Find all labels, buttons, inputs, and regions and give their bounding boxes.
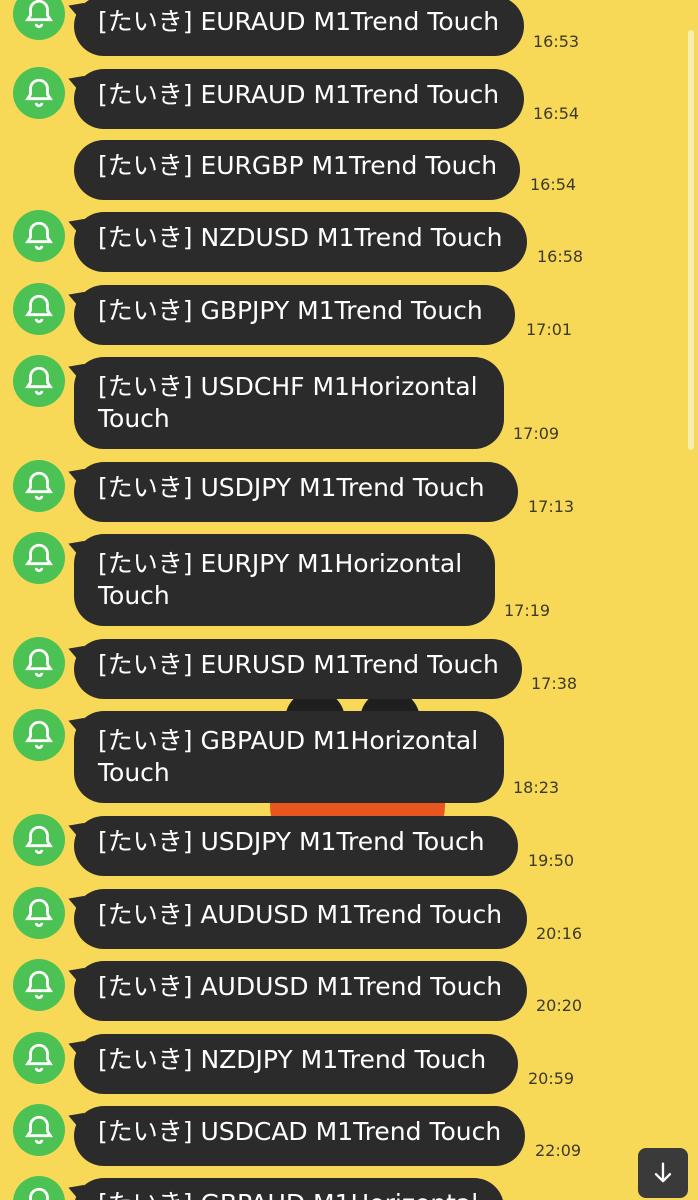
scroll-to-bottom-button[interactable] (638, 1148, 688, 1198)
bell-icon[interactable] (13, 959, 65, 1011)
bell-icon[interactable] (13, 1104, 65, 1156)
message-bubble[interactable]: [たいき] GBPJPY M1Trend Touch (74, 285, 515, 345)
bell-icon[interactable] (13, 0, 65, 40)
message-time: 17:38 (531, 674, 578, 693)
bell-icon[interactable] (13, 709, 65, 761)
bell-icon[interactable] (13, 67, 65, 119)
message-bubble[interactable]: [たいき] EURUSD M1Trend Touch (74, 639, 522, 699)
message-bubble[interactable]: [たいき] EURJPY M1Horizontal Touch (74, 534, 495, 626)
bell-icon[interactable] (13, 460, 65, 512)
arrow-down-icon (654, 1162, 672, 1183)
message-bubble[interactable]: [たいき] NZDJPY M1Trend Touch (74, 1034, 518, 1094)
message-time: 20:16 (536, 924, 583, 943)
message-time: 17:13 (528, 497, 575, 516)
message-time: 17:09 (513, 424, 560, 443)
message-bubble[interactable]: [たいき] GBPAUD M1Horizontal (74, 1178, 504, 1200)
message-bubble[interactable]: [たいき] USDCHF M1Horizontal Touch (74, 357, 504, 449)
bell-icon[interactable] (13, 1176, 65, 1200)
message-bubble[interactable]: [たいき] USDJPY M1Trend Touch (74, 816, 518, 876)
bell-icon[interactable] (13, 1032, 65, 1084)
message-time: 17:19 (504, 601, 551, 620)
message-bubble[interactable]: [たいき] USDJPY M1Trend Touch (74, 462, 518, 522)
message-time: 16:53 (533, 32, 580, 51)
message-time: 17:01 (526, 320, 573, 339)
message-time: 20:20 (536, 996, 583, 1015)
bell-icon[interactable] (13, 532, 65, 584)
message-time: 22:09 (535, 1141, 582, 1160)
bell-icon[interactable] (13, 210, 65, 262)
bell-icon[interactable] (13, 814, 65, 866)
message-bubble[interactable]: [たいき] NZDUSD M1Trend Touch (74, 212, 527, 272)
message-bubble[interactable]: [たいき] EURAUD M1Trend Touch (74, 69, 524, 129)
message-bubble[interactable]: [たいき] EURAUD M1Trend Touch (74, 0, 524, 56)
message-bubble[interactable]: [たいき] USDCAD M1Trend Touch (74, 1106, 525, 1166)
message-time: 16:58 (537, 247, 584, 266)
bell-icon[interactable] (13, 637, 65, 689)
bell-icon[interactable] (13, 355, 65, 407)
bell-icon[interactable] (13, 887, 65, 939)
message-time: 16:54 (530, 175, 577, 194)
message-bubble[interactable]: [たいき] AUDUSD M1Trend Touch (74, 961, 527, 1021)
message-time: 18:23 (513, 778, 560, 797)
scrollbar[interactable] (688, 30, 694, 450)
message-bubble[interactable]: [たいき] AUDUSD M1Trend Touch (74, 889, 527, 949)
message-time: 20:59 (528, 1069, 575, 1088)
message-time: 16:54 (533, 104, 580, 123)
bell-icon[interactable] (13, 283, 65, 335)
message-bubble[interactable]: [たいき] EURGBP M1Trend Touch (74, 140, 520, 200)
chat-log[interactable]: [たいき] EURAUD M1Trend Touch 16:53 [たいき] E… (0, 0, 698, 1200)
message-time: 19:50 (528, 851, 575, 870)
message-bubble[interactable]: [たいき] GBPAUD M1Horizontal Touch (74, 711, 504, 803)
